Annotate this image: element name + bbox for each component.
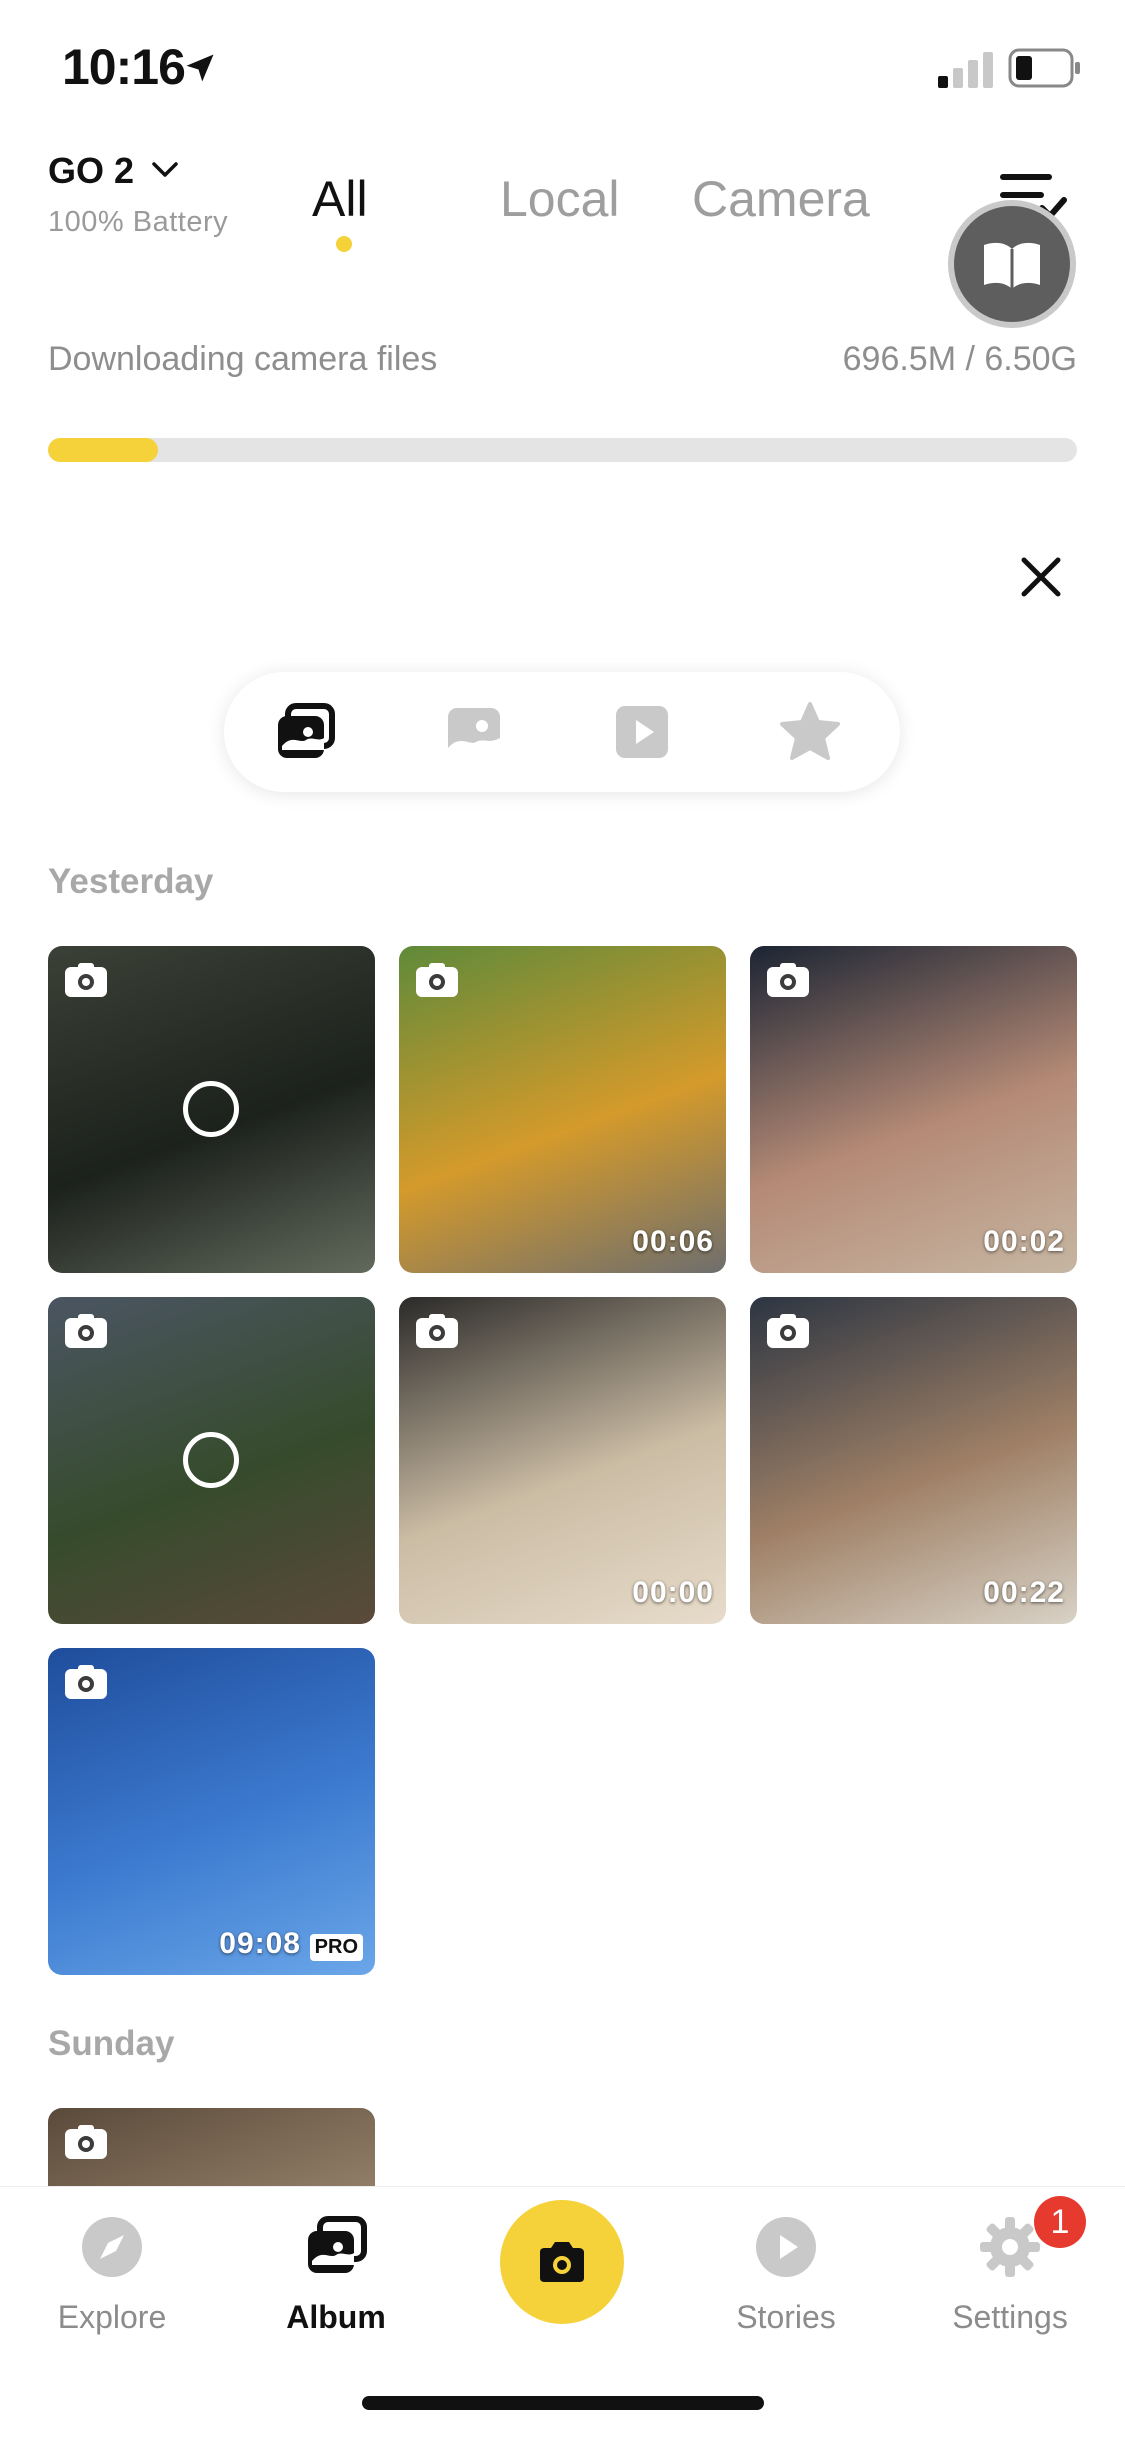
photo-camera-icon bbox=[65, 1665, 107, 1699]
location-arrow-icon bbox=[186, 54, 214, 82]
capture-button[interactable] bbox=[500, 2200, 624, 2324]
star-icon[interactable] bbox=[778, 700, 842, 764]
pro-badge: PRO bbox=[309, 1934, 363, 1961]
download-progress-bar bbox=[48, 438, 1077, 462]
photo-camera-icon bbox=[65, 963, 107, 997]
media-filter-segmented bbox=[224, 672, 900, 792]
chevron-down-icon[interactable] bbox=[150, 158, 180, 182]
download-size: 696.5M / 6.50G bbox=[842, 340, 1077, 378]
gear-icon bbox=[980, 2217, 1040, 2277]
open-book-icon bbox=[984, 242, 1040, 289]
active-tab-indicator bbox=[336, 236, 352, 252]
video-duration: 09:08 bbox=[219, 1927, 301, 1960]
home-indicator[interactable] bbox=[362, 2396, 764, 2410]
photo-camera-icon bbox=[767, 963, 809, 997]
all-media-icon[interactable] bbox=[274, 700, 338, 764]
media-thumbnail[interactable]: 00:22 bbox=[750, 1297, 1077, 1624]
section-title-yesterday: Yesterday bbox=[48, 862, 214, 901]
media-thumbnail[interactable]: 00:06 bbox=[399, 946, 726, 1273]
tab-local[interactable]: Local bbox=[500, 170, 620, 228]
download-progress-fill bbox=[48, 438, 159, 462]
media-thumbnail[interactable]: 09:08 PRO bbox=[48, 1648, 375, 1975]
cellular-signal-icon bbox=[938, 52, 993, 88]
section-title-sunday: Sunday bbox=[48, 2024, 175, 2063]
nav-album-label: Album bbox=[286, 2299, 386, 2335]
media-thumbnail[interactable] bbox=[48, 946, 375, 1273]
device-battery-status: 100% Battery bbox=[48, 206, 229, 238]
photo-icon[interactable] bbox=[442, 700, 506, 764]
photo-camera-icon bbox=[767, 1314, 809, 1348]
video-duration: 00:22 bbox=[983, 1576, 1065, 1609]
video-icon[interactable] bbox=[610, 700, 674, 764]
device-name[interactable]: GO 2 bbox=[48, 150, 134, 192]
close-icon[interactable] bbox=[1016, 552, 1066, 602]
media-thumbnail[interactable]: 00:02 bbox=[750, 946, 1077, 1273]
photo-camera-icon bbox=[65, 1314, 107, 1348]
guide-book-button[interactable] bbox=[954, 206, 1070, 322]
nav-settings-label: Settings bbox=[952, 2299, 1068, 2335]
media-thumbnail[interactable] bbox=[48, 1297, 375, 1624]
video-duration: 00:06 bbox=[632, 1225, 714, 1258]
selection-ring[interactable] bbox=[183, 1081, 239, 1137]
notification-badge: 1 bbox=[1034, 2196, 1086, 2248]
tab-camera[interactable]: Camera bbox=[692, 170, 870, 228]
video-duration: 00:00 bbox=[632, 1576, 714, 1609]
media-thumbnail[interactable]: 00:00 bbox=[399, 1297, 726, 1624]
tab-all[interactable]: All bbox=[312, 170, 368, 228]
nav-explore-label: Explore bbox=[57, 2299, 167, 2335]
photo-camera-icon bbox=[416, 963, 458, 997]
album-icon bbox=[308, 2216, 367, 2273]
nav-stories-label: Stories bbox=[736, 2299, 836, 2335]
photo-camera-icon bbox=[65, 2125, 107, 2159]
photo-camera-icon bbox=[416, 1314, 458, 1348]
battery-icon bbox=[1008, 48, 1080, 88]
status-time: 10:16 bbox=[62, 39, 186, 95]
camera-icon bbox=[540, 2242, 584, 2282]
play-circle-icon bbox=[756, 2217, 816, 2277]
video-duration: 00:02 bbox=[983, 1225, 1065, 1258]
selection-ring[interactable] bbox=[183, 1432, 239, 1488]
compass-icon bbox=[82, 2217, 142, 2277]
download-status-label: Downloading camera files bbox=[48, 340, 438, 378]
